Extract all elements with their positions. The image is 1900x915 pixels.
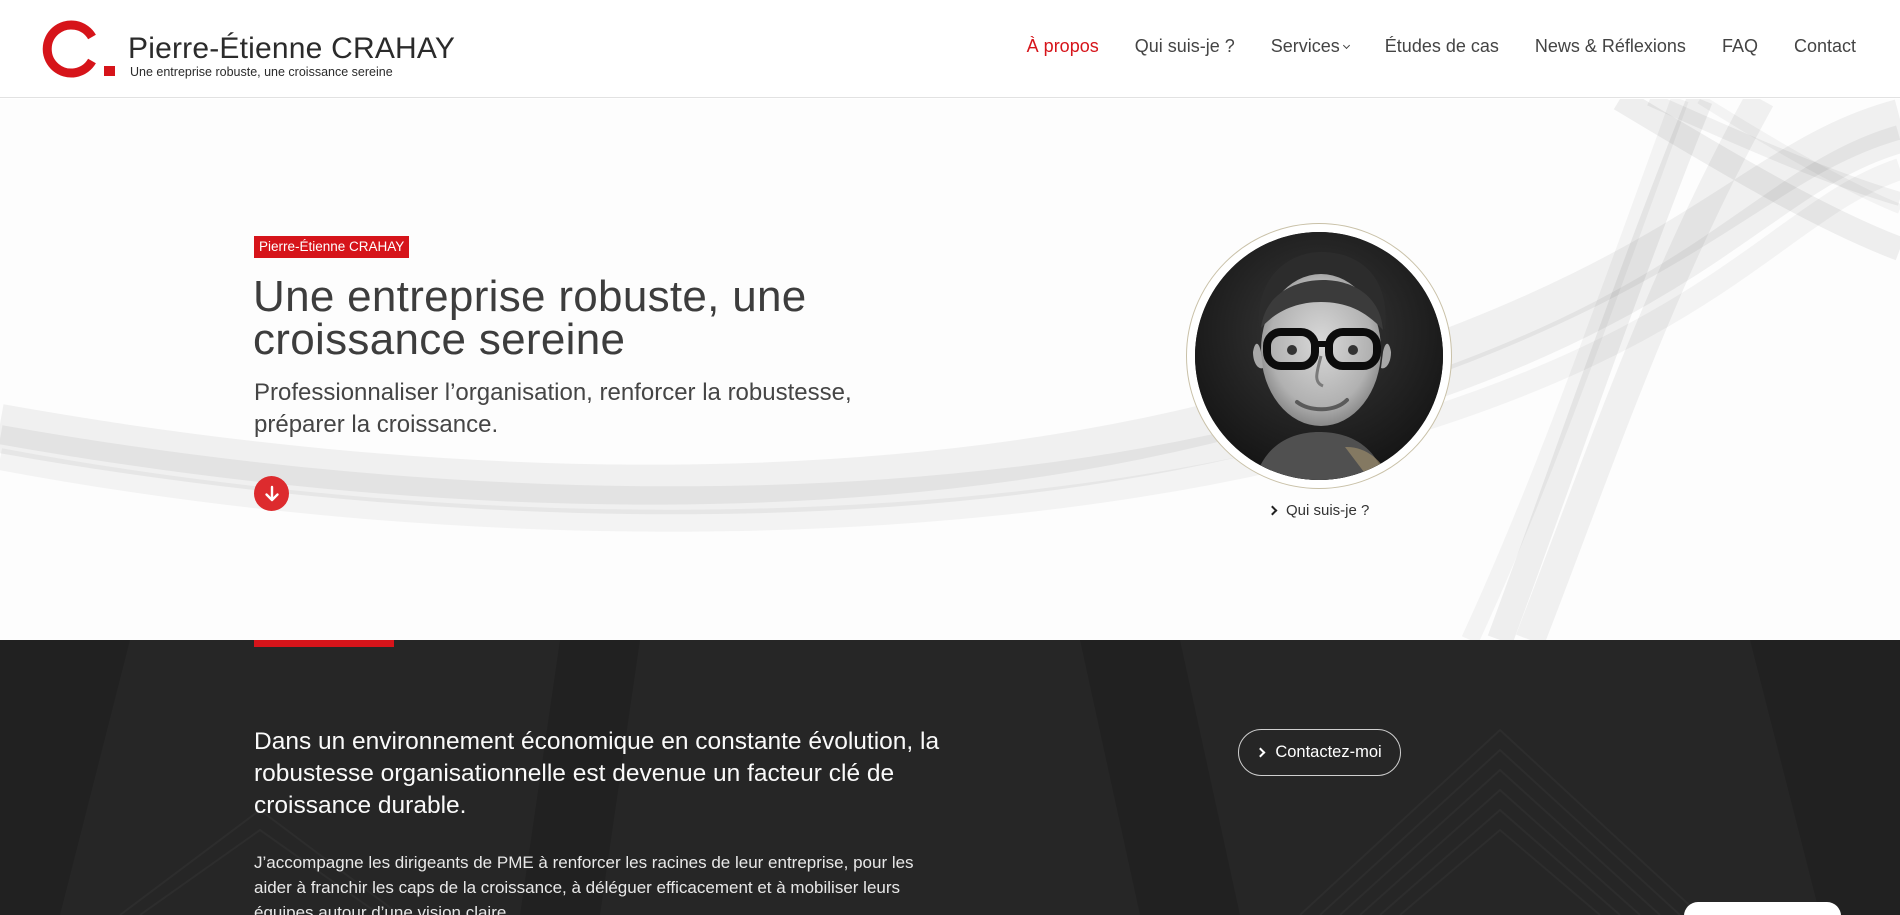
nav-item-a-propos[interactable]: À propos (1027, 36, 1099, 57)
nav-item-services[interactable]: Services (1270, 36, 1350, 57)
chevron-right-icon (1255, 747, 1266, 758)
arrow-down-icon (264, 485, 279, 501)
main-nav: À propos Qui suis-je ? Services Études d… (991, 36, 1856, 57)
section-accent-bar (254, 640, 394, 647)
nav-item-faq[interactable]: FAQ (1722, 36, 1758, 57)
floating-widget-tab[interactable] (1684, 902, 1841, 915)
hero-wave-background (0, 99, 1900, 640)
portrait-link-label: Qui suis-je ? (1286, 502, 1370, 519)
chevron-down-icon (1342, 41, 1350, 49)
hero-section: Pierre-Étienne CRAHAY Une entreprise rob… (0, 99, 1900, 640)
hero-subtitle: Professionnaliser l’organisation, renfor… (254, 379, 852, 438)
intro-lead: Dans un environnement économique en cons… (254, 728, 940, 819)
nav-item-etudes-de-cas[interactable]: Études de cas (1385, 36, 1499, 57)
nav-item-qui-suis-je[interactable]: Qui suis-je ? (1135, 36, 1235, 57)
portrait-photo (1195, 232, 1443, 480)
logo-tagline: Une entreprise robuste, une croissance s… (130, 65, 393, 79)
nav-item-services-label: Services (1270, 36, 1340, 56)
nav-item-news[interactable]: News & Réflexions (1535, 36, 1686, 57)
hero-title: Une entreprise robuste, une croissance s… (253, 272, 807, 364)
portrait-frame (1186, 223, 1452, 489)
contact-me-label: Contactez-moi (1275, 743, 1382, 761)
chevron-right-icon (1267, 505, 1278, 516)
scroll-down-button[interactable] (254, 476, 289, 511)
site-header: Pierre-Étienne CRAHAY Une entreprise rob… (0, 0, 1900, 98)
intro-body: J’accompagne les dirigeants de PME à ren… (254, 853, 914, 915)
intro-section: Dans un environnement économique en cons… (0, 640, 1900, 915)
contact-me-button[interactable]: Contactez-moi (1238, 729, 1401, 776)
portrait-link-qui-suis-je[interactable]: Qui suis-je ? (1267, 502, 1370, 519)
hero-badge: Pierre-Étienne CRAHAY (254, 236, 410, 258)
site-logo[interactable]: Pierre-Étienne CRAHAY Une entreprise rob… (42, 17, 455, 83)
logo-mark-icon (42, 20, 115, 78)
nav-item-contact[interactable]: Contact (1794, 36, 1856, 57)
logo-name: Pierre-Étienne CRAHAY (128, 32, 456, 65)
